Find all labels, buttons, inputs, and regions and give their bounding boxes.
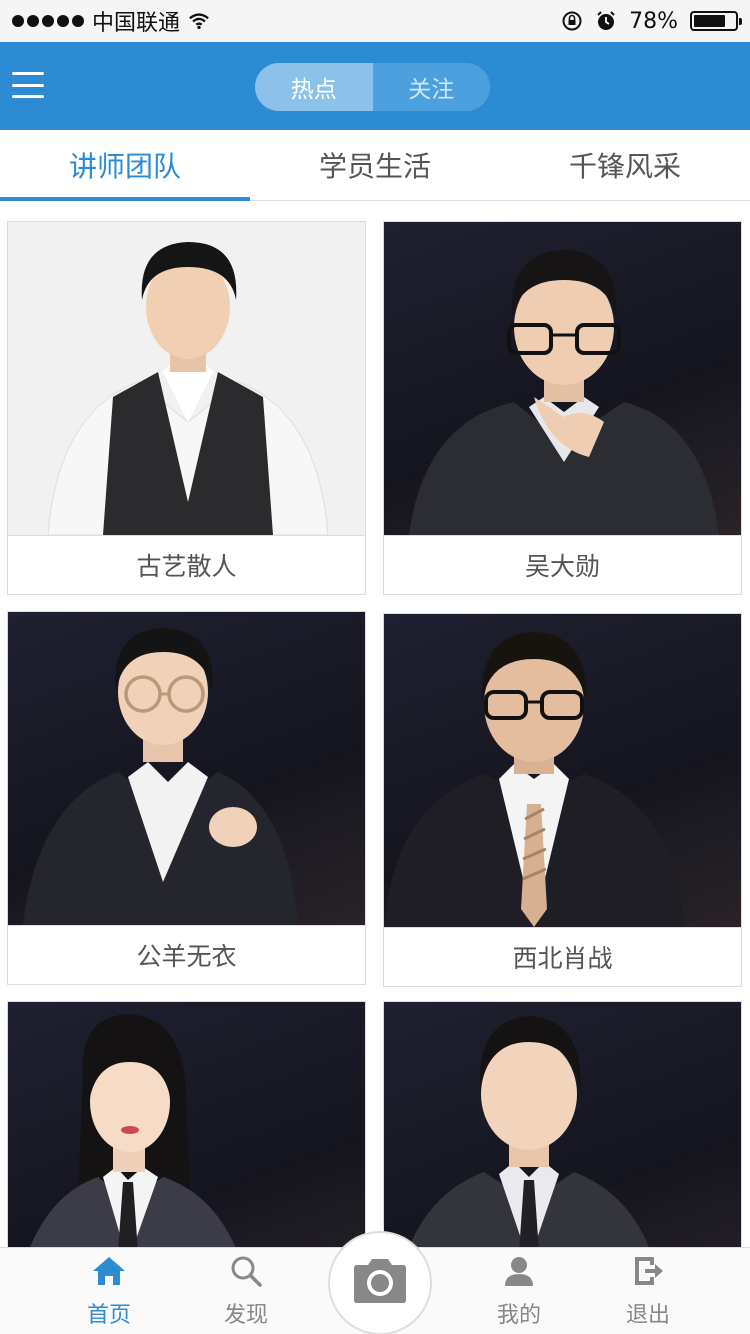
status-left: 中国联通: [12, 5, 210, 37]
teacher-name: 古艺散人: [8, 535, 365, 594]
user-icon: [503, 1255, 535, 1293]
logout-icon: [632, 1255, 664, 1293]
segment-follow[interactable]: 关注: [372, 63, 490, 111]
status-bar: 中国联通 78%: [0, 0, 750, 42]
battery-percent: 78%: [629, 8, 678, 34]
search-icon: [230, 1255, 262, 1293]
tab-student-life[interactable]: 学员生活: [250, 130, 500, 200]
camera-icon: [350, 1256, 410, 1310]
tab-company-style[interactable]: 千锋风采: [500, 130, 750, 200]
signal-strength-icon: [12, 15, 84, 27]
teacher-card[interactable]: 西北肖战: [383, 613, 742, 987]
camera-button[interactable]: [328, 1231, 432, 1334]
teacher-card[interactable]: 古艺散人: [7, 221, 366, 595]
teacher-card[interactable]: [7, 1001, 366, 1247]
teacher-photo: [8, 612, 365, 925]
teacher-photo: [8, 222, 365, 535]
teacher-card[interactable]: 吴大勋: [383, 221, 742, 595]
category-tabs: 讲师团队 学员生活 千锋风采: [0, 130, 750, 201]
teacher-photo: [384, 614, 741, 927]
bottom-nav: 首页 发现 我的 退出: [0, 1231, 750, 1334]
teacher-name: 公羊无衣: [8, 925, 365, 984]
segment-hot[interactable]: 热点: [255, 63, 373, 111]
nav-logout-label: 退出: [625, 1302, 670, 1328]
teacher-name: 西北肖战: [384, 927, 741, 986]
teacher-photo: [384, 1002, 741, 1247]
status-right: 78%: [561, 8, 742, 34]
nav-home[interactable]: 首页: [54, 1248, 164, 1334]
hamburger-menu-icon[interactable]: [12, 72, 44, 98]
teacher-name: 吴大勋: [384, 535, 741, 594]
nav-discover[interactable]: 发现: [191, 1248, 301, 1334]
wifi-icon: [188, 10, 210, 32]
home-icon: [92, 1255, 126, 1293]
nav-mine-label: 我的: [496, 1302, 541, 1328]
teacher-photo: [8, 1002, 365, 1247]
teacher-card[interactable]: [383, 1001, 742, 1247]
teacher-card[interactable]: 公羊无衣: [7, 611, 366, 985]
nav-logout[interactable]: 退出: [593, 1248, 703, 1334]
alarm-icon: [595, 10, 617, 32]
tab-teacher-team[interactable]: 讲师团队: [0, 130, 250, 201]
nav-discover-label: 发现: [223, 1302, 268, 1328]
app-header: 热点 关注: [0, 42, 750, 130]
rotation-lock-icon: [561, 10, 583, 32]
battery-level: [694, 15, 726, 27]
carrier-name: 中国联通: [92, 11, 181, 36]
teacher-grid: 古艺散人 吴大勋 公羊无衣 西北肖战: [0, 201, 750, 1247]
teacher-photo: [384, 222, 741, 535]
nav-home-label: 首页: [86, 1302, 131, 1328]
battery-icon: [690, 11, 742, 31]
segment-control: 热点 关注: [255, 63, 490, 111]
nav-mine[interactable]: 我的: [464, 1248, 574, 1334]
